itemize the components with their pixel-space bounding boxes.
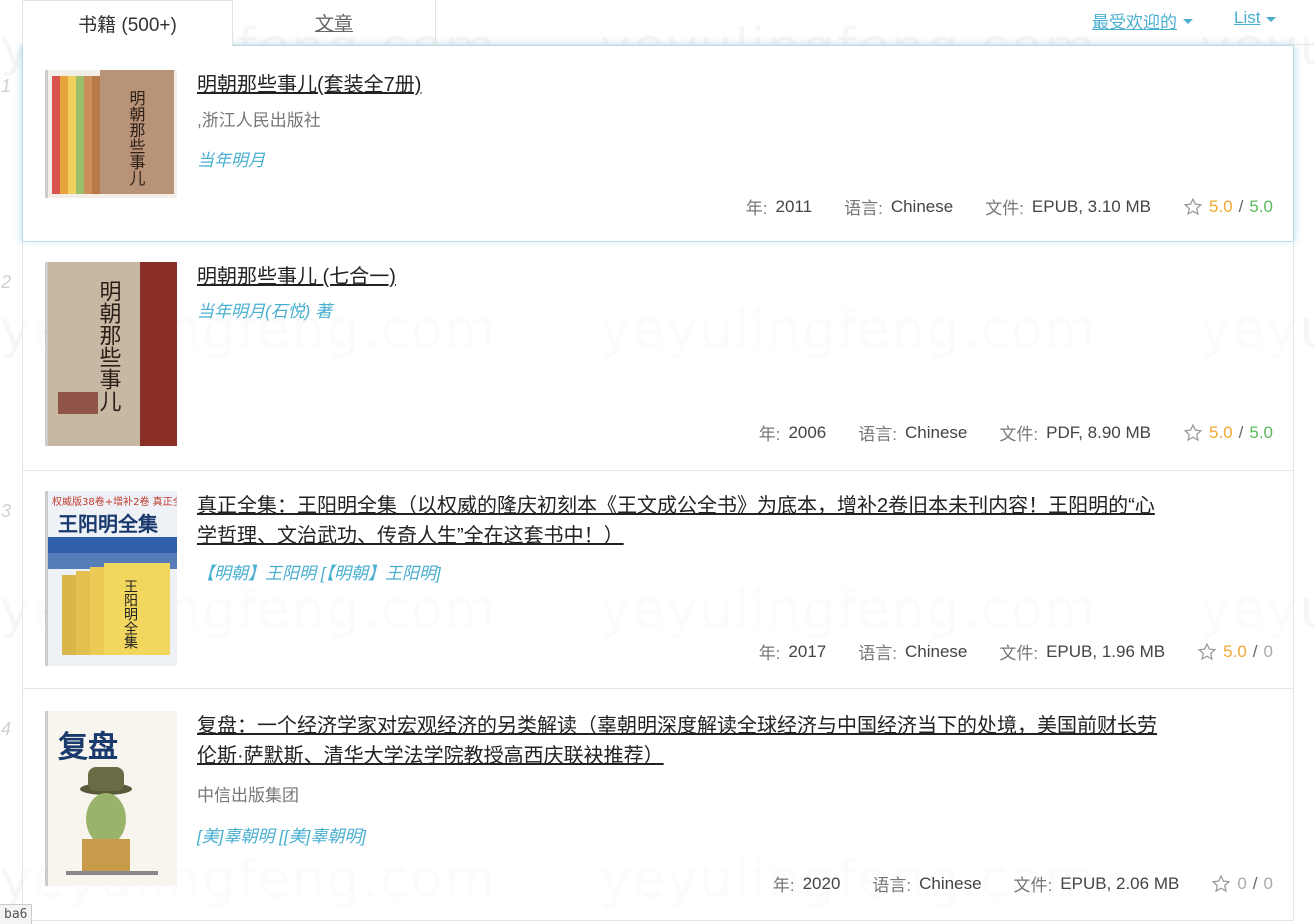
book-meta: 年: 2006 语言: Chinese 文件: PDF, 8.90 MB 5.0… [759,420,1273,445]
book-author-link[interactable]: 【明朝】王阳明 [【明朝】王阳明] [197,559,441,584]
star-icon[interactable] [1197,642,1217,662]
star-icon[interactable] [1183,423,1203,443]
language-value: Chinese [905,422,968,442]
language-label: 语言: [858,425,897,444]
file-label: 文件: [1013,876,1053,895]
language-label: 语言: [872,876,912,895]
rating-quality: 5.0 [1249,196,1273,216]
book-author-link[interactable]: 当年明月 [197,146,265,171]
item-index: 3 [1,501,12,521]
language-label: 语言: [844,199,883,218]
book-meta: 年: 2017 语言: Chinese 文件: EPUB, 1.96 MB 5.… [759,639,1273,664]
cover-title-text: 王阳明全集 [58,512,159,536]
book-title-link[interactable]: 明朝那些事儿(套装全7册) [197,70,421,100]
cover-title-text: 明朝那些事儿 [96,280,122,412]
rating-separator: / [1252,641,1258,661]
year-value: 2011 [775,196,813,216]
book-title-link[interactable]: 明朝那些事儿 (七合一) [197,262,396,292]
language-label: 语言: [858,644,897,663]
rating-separator: / [1238,422,1244,442]
book-meta: 年: 2020 语言: Chinese 文件: EPUB, 2.06 MB 0 … [773,871,1273,896]
language-value: Chinese [904,641,968,661]
cover-title-text: 明朝那些事儿 [127,90,146,187]
star-icon[interactable] [1211,874,1231,894]
file-value: PDF, 8.90 MB [1046,422,1151,442]
book-cover[interactable]: 复盘 [45,711,177,886]
rating-interest: 5.0 [1223,641,1247,661]
language-value: Chinese [890,196,954,216]
book-title-link[interactable]: 复盘：一个经济学家对宏观经济的另类解读（辜朝明深度解读全球经济与中国经济当下的处… [197,711,1163,771]
rating-interest: 0 [1237,873,1247,893]
view-label: List [1234,8,1261,27]
rating-quality: 5.0 [1249,422,1273,442]
book-title-link[interactable]: 真正全集：王阳明全集（以权威的隆庆初刻本《王文成公全书》为底本，增补2卷旧本未刊… [197,491,1163,551]
year-label: 年: [772,876,795,895]
rating-separator: / [1238,196,1244,216]
year-value: 2017 [788,641,827,661]
tab-articles[interactable]: 文章 [233,0,436,45]
book-item[interactable]: 4 复盘 复盘：一个经济学家对宏观经济的另类解读（辜朝明深度解读全球经济与中国经… [1,689,1294,921]
sort-dropdown[interactable]: 最受欢迎的 [1092,8,1193,33]
cover-top-text: 权威版38卷+增补2卷 真正全集 [52,495,177,508]
status-bar-url: ba6 [0,904,33,924]
rating-separator: / [1252,873,1258,893]
book-cover[interactable]: 权威版38卷+增补2卷 真正全集 王阳明全集 王阳明全集 [45,491,177,666]
book-cover[interactable]: 明朝那些事儿 [45,262,177,446]
rating-quality: 0 [1263,873,1273,893]
sort-label: 最受欢迎的 [1092,13,1177,32]
star-icon[interactable] [1183,197,1203,217]
item-index: 2 [1,272,12,292]
book-list: 1 明朝那些事儿 明朝那些事儿(套装全7册) ,浙江人民出版社 当年明月 年: … [1,45,1294,921]
file-value: EPUB, 1.96 MB [1046,641,1166,661]
rating-interest: 5.0 [1208,196,1233,216]
cover-inner-text: 王阳明全集 [122,579,138,649]
book-item[interactable]: 1 明朝那些事儿 明朝那些事儿(套装全7册) ,浙江人民出版社 当年明月 年: … [1,45,1294,242]
rating-quality: 0 [1263,641,1273,661]
file-label: 文件: [985,199,1024,218]
book-item[interactable]: 3 权威版38卷+增补2卷 真正全集 王阳明全集 王阳明全集 真正全集：王阳明全… [1,471,1294,689]
cover-title-text: 复盘 [58,730,118,765]
view-mode-dropdown[interactable]: List [1234,8,1277,28]
caret-down-icon [1183,19,1193,24]
caret-down-icon [1266,16,1277,22]
file-label: 文件: [999,425,1039,444]
book-meta: 年: 2011 语言: Chinese 文件: EPUB, 3.10 MB 5.… [746,194,1273,219]
results-topbar: 书籍 (500+) 文章 最受欢迎的 List [0,0,1314,46]
file-value: EPUB, 2.06 MB [1060,873,1180,893]
topbar-divider [233,44,1314,45]
book-item[interactable]: 2 明朝那些事儿 明朝那些事儿 (七合一) 当年明月(石悦) 著 年: 2006… [1,242,1294,471]
item-index: 1 [1,76,12,96]
tab-books[interactable]: 书籍 (500+) [22,0,233,46]
book-author-link[interactable]: 当年明月(石悦) 著 [197,297,332,322]
language-value: Chinese [919,873,982,893]
item-index: 4 [1,719,12,739]
year-label: 年: [758,644,781,663]
rating-interest: 5.0 [1208,422,1233,442]
year-value: 2006 [788,422,827,442]
file-label: 文件: [999,644,1039,663]
file-value: EPUB, 3.10 MB [1031,196,1151,216]
year-value: 2020 [802,873,841,893]
book-cover[interactable]: 明朝那些事儿 [45,70,177,198]
year-label: 年: [758,425,781,444]
book-author-link[interactable]: [美]辜朝明 [[美]辜朝明] [197,822,366,847]
book-publisher: ,浙江人民出版社 [197,111,321,130]
book-publisher: 中信出版集团 [197,786,299,805]
year-label: 年: [745,199,768,218]
